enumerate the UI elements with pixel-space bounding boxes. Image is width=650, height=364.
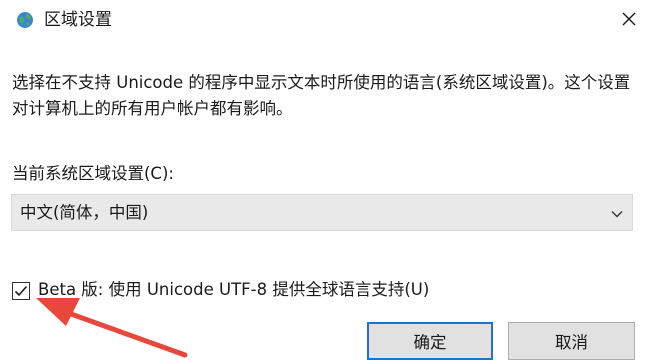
close-button[interactable] <box>612 4 646 38</box>
system-locale-label: 当前系统区域设置(C): <box>12 164 174 183</box>
title-bar: 区域设置 <box>0 0 650 44</box>
dialog-title: 区域设置 <box>44 10 112 30</box>
beta-utf8-label: Beta 版: 使用 Unicode UTF-8 提供全球语言支持(U) <box>38 280 430 299</box>
close-icon <box>621 11 637 31</box>
dialog-description: 选择在不支持 Unicode 的程序中显示文本时所使用的语言(系统区域设置)。这… <box>12 73 631 118</box>
system-locale-value: 中文(简体，中国) <box>20 203 149 222</box>
beta-utf8-checkbox[interactable] <box>12 282 30 300</box>
cancel-button[interactable]: 取消 <box>508 322 635 360</box>
system-locale-select[interactable]: 中文(简体，中国) <box>11 194 633 231</box>
ok-button[interactable]: 确定 <box>367 322 493 360</box>
checkmark-icon <box>14 285 28 297</box>
globe-icon <box>16 11 34 29</box>
chevron-down-icon <box>610 206 624 220</box>
region-settings-dialog: 区域设置 选择在不支持 Unicode 的程序中显示文本时所使用的语言(系统区域… <box>0 0 650 364</box>
